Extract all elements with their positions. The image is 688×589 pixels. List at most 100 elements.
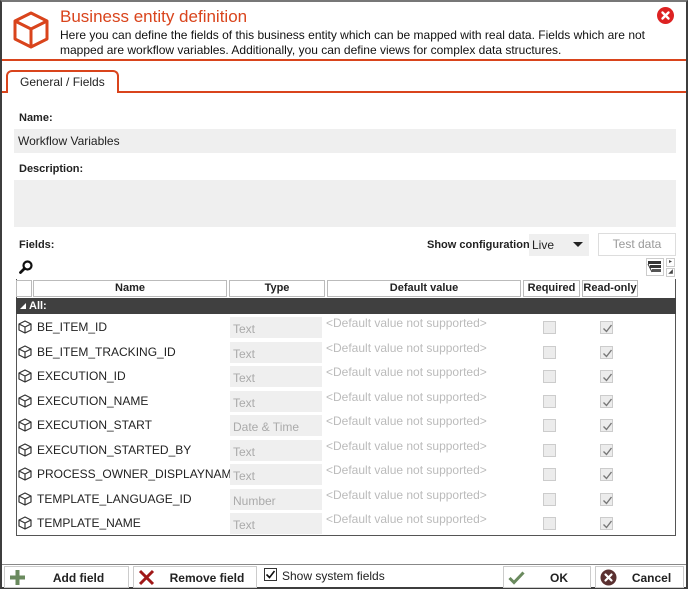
read-only-checkbox[interactable] — [600, 394, 613, 408]
field-name: EXECUTION_NAME — [37, 393, 149, 408]
dialog-description: Here you can define the fields of this b… — [60, 28, 645, 57]
dialog-header: Business entity definition Here you can … — [2, 2, 686, 61]
required-checkbox[interactable] — [543, 419, 556, 432]
remove-field-button[interactable]: Remove field — [133, 566, 257, 588]
field-type[interactable]: Text — [230, 513, 322, 534]
field-default-value[interactable]: <Default value not supported> — [326, 365, 487, 379]
read-only-checkbox[interactable] — [600, 492, 613, 506]
field-type[interactable]: Text — [230, 464, 322, 485]
column-header-read-only[interactable]: Read-only — [582, 280, 638, 297]
description-input[interactable] — [14, 180, 676, 227]
search-icon[interactable] — [19, 260, 33, 274]
read-only-checkbox[interactable] — [600, 419, 613, 432]
close-circle-icon — [661, 11, 670, 20]
chevron-down-icon — [573, 242, 583, 247]
field-row[interactable]: BE_ITEM_ID Text <Default value not support… — [17, 315, 675, 340]
ok-label: OK — [550, 571, 568, 585]
field-name: BE_ITEM_ID — [37, 320, 108, 334]
read-only-checkbox[interactable] — [600, 468, 613, 481]
field-type[interactable]: Text — [230, 439, 322, 461]
field-name: PROCESS_OWNER_DISPLAYNAME — [37, 467, 240, 481]
field-type[interactable]: Text — [230, 366, 322, 387]
read-only-checkbox[interactable] — [600, 370, 613, 383]
required-checkbox[interactable] — [543, 321, 556, 334]
test-data-button[interactable]: Test data — [598, 233, 676, 256]
scroll-right-button[interactable]: ▸ — [666, 258, 675, 267]
read-only-checkbox[interactable] — [600, 345, 613, 359]
close-button[interactable] — [657, 7, 674, 24]
remove-field-label: Remove field — [169, 571, 245, 585]
dialog-title: Business entity definition — [60, 7, 248, 26]
required-checkbox[interactable] — [543, 517, 556, 530]
required-checkbox[interactable] — [543, 394, 556, 408]
required-checkbox[interactable] — [543, 443, 556, 457]
cube-icon — [18, 442, 32, 457]
field-type[interactable]: Text — [230, 317, 322, 338]
required-checkbox[interactable] — [543, 370, 556, 383]
field-name: EXECUTION_STARTED_BY — [37, 442, 192, 457]
field-default-value[interactable]: <Default value not supported> — [326, 316, 487, 330]
field-default-value[interactable]: <Default value not supported> — [326, 463, 487, 477]
field-name: EXECUTION_START — [37, 418, 152, 432]
add-field-button[interactable]: Add field — [4, 566, 129, 588]
field-row[interactable]: TEMPLATE_LANGUAGE_ID Number <Default value… — [17, 487, 675, 512]
field-type[interactable]: Number — [230, 488, 322, 510]
cube-icon — [13, 11, 49, 49]
field-type[interactable]: Text — [230, 341, 322, 363]
group-row-all[interactable]: All: — [16, 298, 676, 314]
column-header-name[interactable]: Name — [33, 280, 227, 297]
cube-icon — [18, 467, 32, 481]
column-header-select[interactable] — [16, 280, 32, 297]
read-only-checkbox[interactable] — [600, 443, 613, 457]
column-header-default-value[interactable]: Default value — [327, 280, 521, 297]
required-checkbox[interactable] — [543, 345, 556, 359]
field-default-value[interactable]: <Default value not supported> — [326, 439, 487, 453]
required-checkbox[interactable] — [543, 468, 556, 481]
resize-grip-button[interactable]: ◢ — [666, 268, 675, 277]
cube-icon — [18, 369, 32, 383]
field-row[interactable]: EXECUTION_START Date & Time <Default value… — [17, 413, 675, 438]
show-system-fields-checkbox[interactable] — [264, 568, 277, 581]
field-default-value[interactable]: <Default value not supported> — [326, 414, 487, 428]
field-row[interactable]: TEMPLATE_NAME Text <Default value not supp… — [17, 511, 675, 536]
cancel-button[interactable]: Cancel — [595, 566, 684, 588]
name-input[interactable]: Workflow Variables — [14, 129, 676, 153]
fields-rows: BE_ITEM_ID Text <Default value not support… — [17, 315, 675, 536]
required-checkbox[interactable] — [543, 492, 556, 506]
cancel-label: Cancel — [631, 571, 672, 585]
field-default-value[interactable]: <Default value not supported> — [326, 488, 487, 502]
cube-icon — [18, 418, 32, 432]
field-row[interactable]: EXECUTION_ID Text <Default value not suppo… — [17, 364, 675, 389]
field-name: EXECUTION_ID — [37, 369, 126, 383]
show-configuration-label: Show configuration: — [427, 239, 534, 251]
field-name: TEMPLATE_NAME — [37, 516, 141, 530]
add-field-label: Add field — [52, 571, 105, 585]
column-header-type[interactable]: Type — [229, 280, 325, 297]
show-configuration-select[interactable]: Live — [529, 234, 589, 256]
read-only-checkbox[interactable] — [600, 517, 613, 530]
show-system-fields-label: Show system fields — [282, 569, 385, 583]
field-default-value[interactable]: <Default value not supported> — [326, 341, 487, 355]
cube-icon — [18, 516, 32, 530]
field-row[interactable]: PROCESS_OWNER_DISPLAYNAME Text <Default va… — [17, 462, 675, 487]
collapse-triangle-icon — [20, 303, 26, 309]
description-label: Description: — [19, 163, 84, 175]
field-default-value[interactable]: <Default value not supported> — [326, 390, 487, 404]
read-only-checkbox[interactable] — [600, 321, 613, 334]
column-chooser-button[interactable] — [646, 258, 664, 276]
fields-label: Fields: — [19, 239, 55, 251]
field-row[interactable]: BE_ITEM_TRACKING_ID Text <Default value no… — [17, 340, 675, 365]
tab-general-fields[interactable]: General / Fields — [6, 70, 119, 95]
column-chooser-icon — [647, 261, 661, 273]
show-configuration-value: Live — [532, 238, 555, 252]
cube-icon — [18, 344, 32, 359]
field-default-value[interactable]: <Default value not supported> — [326, 512, 487, 526]
field-row[interactable]: EXECUTION_NAME Text <Default value not sup… — [17, 389, 675, 414]
field-row[interactable]: EXECUTION_STARTED_BY Text <Default value n… — [17, 438, 675, 463]
checkmark-icon — [265, 570, 276, 579]
field-type[interactable]: Text — [230, 390, 322, 412]
field-type[interactable]: Date & Time — [230, 415, 322, 436]
ok-button[interactable]: OK — [503, 566, 591, 588]
column-header-required[interactable]: Required — [523, 280, 580, 297]
field-name: TEMPLATE_LANGUAGE_ID — [37, 491, 192, 506]
